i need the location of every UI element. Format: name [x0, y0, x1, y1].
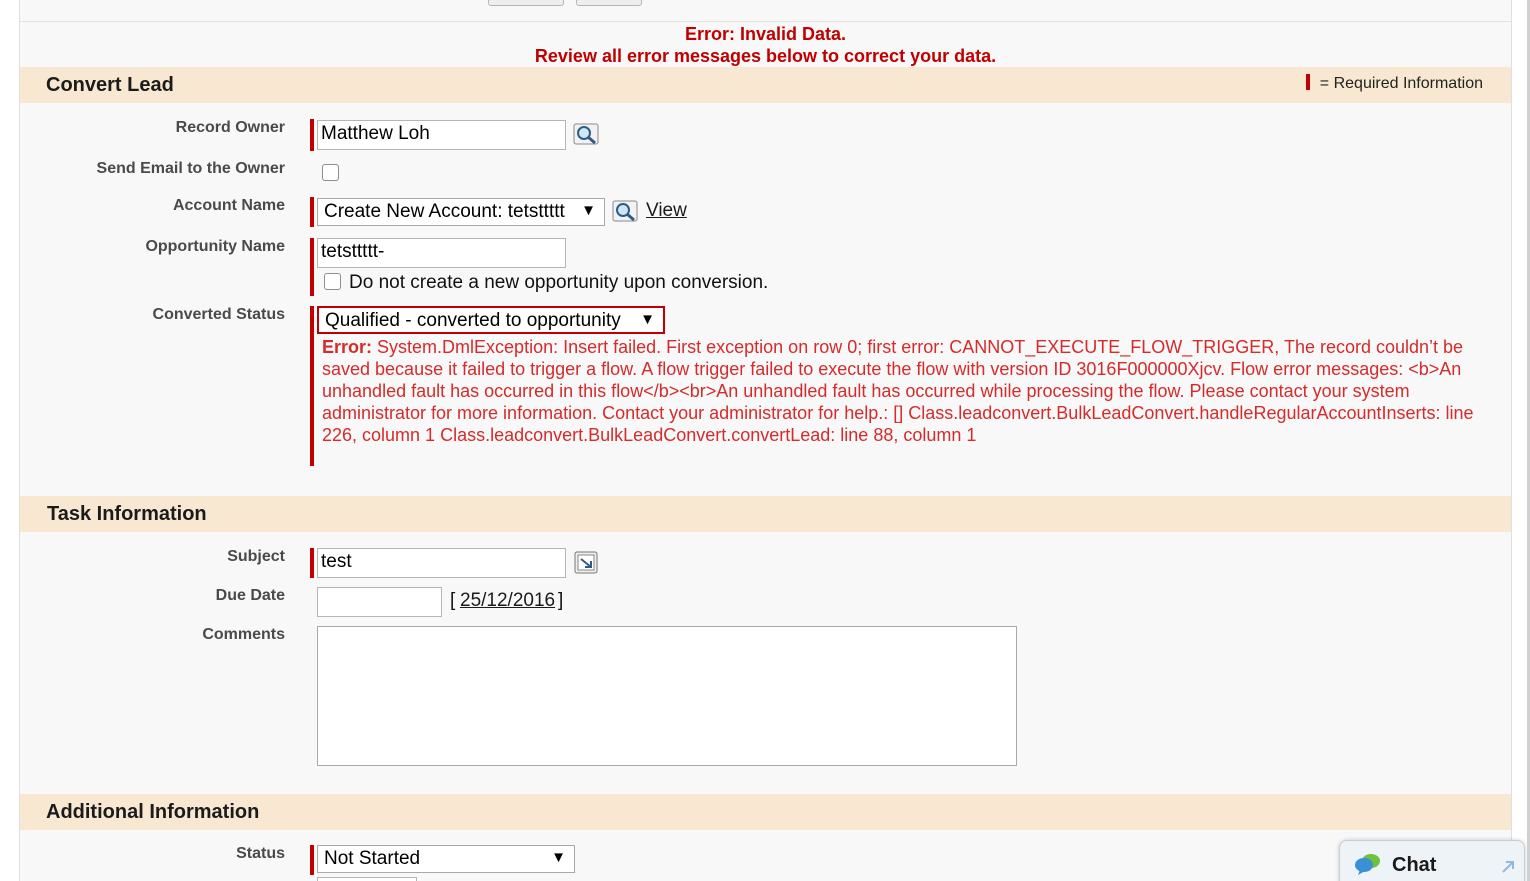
due-date-label: Due Date: [215, 587, 285, 604]
send-email-checkbox[interactable]: [322, 164, 339, 181]
error-message: System.DmlException: Insert failed. Firs…: [322, 337, 1474, 445]
comments-label: Comments: [202, 626, 285, 643]
chat-label: Chat: [1392, 854, 1437, 876]
top-button-right[interactable]: [576, 0, 642, 6]
next-field-input[interactable]: [317, 877, 417, 881]
section-task-information: Task Information: [20, 496, 1511, 532]
section-title-task-information: Task Information: [47, 503, 207, 525]
chevron-down-icon: ▼: [640, 311, 655, 328]
combobox-picker-icon[interactable]: [573, 550, 601, 576]
expand-arrow-icon[interactable]: [1500, 859, 1516, 875]
record-owner-label: Record Owner: [175, 119, 285, 136]
comments-textarea[interactable]: [317, 626, 1017, 766]
converted-status-label: Converted Status: [152, 306, 285, 323]
lookup-icon[interactable]: [612, 198, 640, 224]
top-button-bar: [20, 0, 1511, 22]
section-additional-information: Additional Information: [20, 794, 1511, 830]
subject-input[interactable]: test: [317, 548, 566, 578]
chat-widget[interactable]: Chat: [1339, 840, 1525, 881]
lead-convert-page: Error: Invalid Data. Review all error me…: [19, 0, 1512, 881]
lookup-icon[interactable]: [573, 121, 601, 147]
send-email-label: Send Email to the Owner: [96, 160, 285, 177]
required-legend-text: = Required Information: [1319, 75, 1483, 92]
due-date-input[interactable]: [317, 587, 442, 617]
subject-label: Subject: [227, 548, 285, 565]
no-opportunity-label: Do not create a new opportunity upon con…: [349, 272, 769, 293]
status-select[interactable]: Not Started ▼: [317, 845, 575, 873]
section-title-convert-lead: Convert Lead: [46, 74, 174, 96]
top-button-left[interactable]: [488, 0, 564, 6]
chevron-down-icon: ▼: [581, 202, 596, 219]
section-convert-lead: Convert Lead = Required Information: [20, 67, 1511, 103]
converted-status-error: Error: System.DmlException: Insert faile…: [322, 336, 1492, 446]
required-marker: [310, 119, 314, 151]
no-opportunity-checkbox[interactable]: [324, 273, 341, 290]
date-bracket-open: [: [450, 590, 456, 611]
status-label: Status: [236, 845, 285, 862]
view-account-link[interactable]: View: [646, 200, 687, 222]
error-subtitle: Review all error messages below to corre…: [534, 46, 997, 66]
opportunity-name-input[interactable]: tetsttttt-: [317, 238, 566, 268]
record-owner-input[interactable]: Matthew Loh: [317, 120, 566, 150]
required-marker: [310, 306, 314, 466]
converted-status-select[interactable]: Qualified - converted to opportunity ▼: [317, 306, 665, 334]
required-marker: [310, 197, 314, 227]
error-title: Error: Invalid Data.: [684, 24, 847, 44]
date-bracket-close: ]: [558, 590, 564, 611]
required-legend: = Required Information: [1305, 74, 1483, 93]
chat-bubble-icon: [1355, 854, 1380, 875]
required-marker: [310, 548, 314, 578]
account-name-label: Account Name: [172, 197, 285, 214]
required-marker: [1305, 74, 1310, 90]
account-name-value: Create New Account: tetsttttt: [324, 201, 565, 222]
required-marker: [310, 845, 314, 875]
today-date-link[interactable]: 25/12/2016: [460, 590, 555, 612]
chevron-down-icon: ▼: [551, 849, 566, 866]
required-marker: [310, 238, 314, 296]
converted-status-value: Qualified - converted to opportunity: [325, 310, 621, 331]
opportunity-name-label: Opportunity Name: [145, 238, 285, 255]
account-name-select[interactable]: Create New Account: tetsttttt ▼: [317, 198, 605, 226]
error-prefix: Error:: [322, 337, 373, 357]
section-title-additional-information: Additional Information: [46, 801, 260, 823]
status-value: Not Started: [324, 848, 421, 869]
